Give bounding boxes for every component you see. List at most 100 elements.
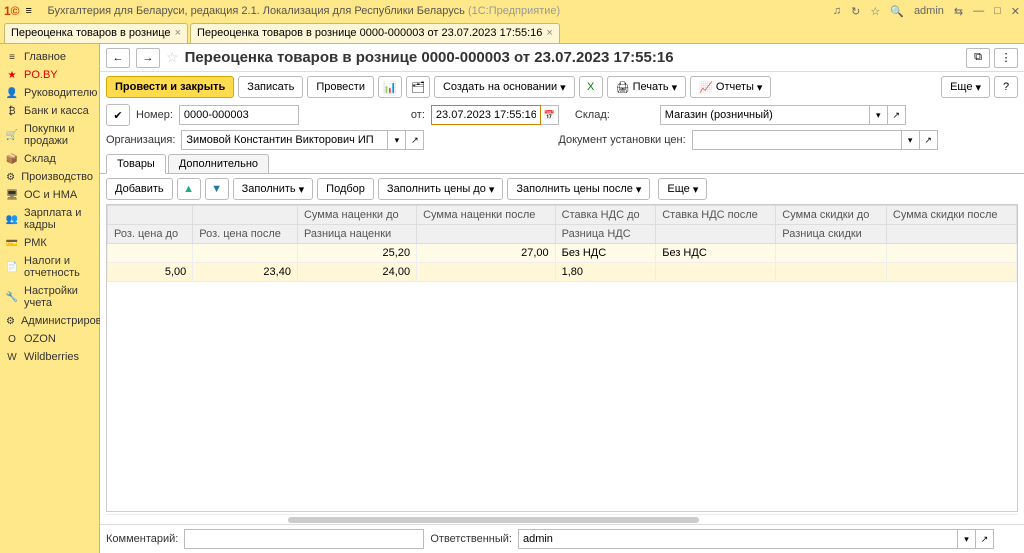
grid-header[interactable]: Роз. цена после (193, 225, 298, 244)
grid-cell[interactable] (776, 244, 887, 263)
grid-header[interactable]: Ставка НДС после (656, 206, 776, 225)
grid-cell[interactable]: 27,00 (417, 244, 556, 263)
sidebar-item-1[interactable]: ★PO.BY (0, 66, 99, 84)
grid-cell[interactable]: 25,20 (297, 244, 416, 263)
print-button[interactable]: 🖨 Печать ▾ (607, 76, 687, 98)
status-icon[interactable]: ✔ (106, 104, 130, 126)
tab-list[interactable]: Переоценка товаров в рознице× (4, 23, 188, 43)
grid-header[interactable] (886, 225, 1016, 244)
open-icon[interactable]: ↗ (920, 130, 938, 150)
open-icon[interactable]: ↗ (888, 105, 906, 125)
sidebar-item-12[interactable]: ⚙Администрирование (0, 312, 99, 330)
org-input[interactable] (181, 130, 388, 150)
close-icon[interactable]: ✕ (1011, 5, 1020, 18)
fill-button[interactable]: Заполнить ▾ (233, 178, 314, 200)
detach-icon[interactable]: ⧉ (966, 48, 990, 68)
sidebar-item-14[interactable]: WWildberries (0, 348, 99, 366)
grid-header[interactable]: Сумма скидки до (776, 206, 887, 225)
sidebar-item-0[interactable]: ≡Главное (0, 48, 99, 66)
sidebar-item-11[interactable]: 🔧Настройки учета (0, 282, 99, 312)
grid-header[interactable]: Разница НДС (555, 225, 656, 244)
sidebar-item-7[interactable]: 🖥ОС и НМА (0, 186, 99, 204)
grid-cell[interactable] (886, 263, 1016, 282)
move-down-icon[interactable]: ▼ (205, 178, 229, 200)
grid-cell[interactable] (108, 244, 193, 263)
grid-header[interactable]: Ставка НДС до (555, 206, 656, 225)
number-input[interactable] (179, 105, 299, 125)
horizontal-scrollbar[interactable] (106, 514, 1018, 524)
dropdown-icon[interactable]: ▾ (902, 130, 920, 150)
comment-input[interactable] (184, 529, 424, 549)
grid-cell[interactable]: 24,00 (297, 263, 416, 282)
write-button[interactable]: Записать (238, 76, 303, 98)
nav-forward-button[interactable]: → (136, 48, 160, 68)
grid-cell[interactable]: Без НДС (555, 244, 656, 263)
grid-header[interactable]: Сумма наценки до (297, 206, 416, 225)
more-button[interactable]: Еще ▾ (941, 76, 990, 98)
grid-cell[interactable] (193, 244, 298, 263)
post-and-close-button[interactable]: Провести и закрыть (106, 76, 234, 98)
tab-goods[interactable]: Товары (106, 154, 166, 174)
date-input[interactable] (431, 105, 541, 125)
warehouse-input[interactable] (660, 105, 870, 125)
bell-icon[interactable]: ♫ (833, 5, 841, 17)
grid-header[interactable]: Разница скидки (776, 225, 887, 244)
grid-header[interactable] (108, 206, 193, 225)
nav-back-button[interactable]: ← (106, 48, 130, 68)
close-icon[interactable]: × (546, 27, 552, 39)
sidebar-item-8[interactable]: 👥Зарплата и кадры (0, 204, 99, 234)
settings-icon[interactable]: ⇆ (954, 5, 963, 18)
grid-header[interactable]: Сумма скидки после (886, 206, 1016, 225)
excel-icon[interactable]: X (579, 76, 603, 98)
post-button[interactable]: Провести (307, 76, 374, 98)
sidebar-item-2[interactable]: 👤Руководителю (0, 84, 99, 102)
grid-cell[interactable]: 1,80 (555, 263, 656, 282)
grid-header[interactable] (417, 225, 556, 244)
minimize-icon[interactable]: — (973, 5, 984, 17)
sidebar-item-5[interactable]: 📦Склад (0, 150, 99, 168)
pricedoc-input[interactable] (692, 130, 902, 150)
sidebar-item-13[interactable]: OOZON (0, 330, 99, 348)
structure-icon[interactable]: 🗂 (406, 76, 430, 98)
reports-button[interactable]: 📈 Отчеты ▾ (690, 76, 771, 98)
open-icon[interactable]: ↗ (976, 529, 994, 549)
grid-cell[interactable]: 5,00 (108, 263, 193, 282)
history-icon[interactable]: ↻ (851, 5, 860, 18)
help-button[interactable]: ? (994, 76, 1018, 98)
responsible-input[interactable] (518, 529, 958, 549)
grid-header[interactable] (193, 206, 298, 225)
tab-extra[interactable]: Дополнительно (168, 154, 269, 173)
sidebar-item-3[interactable]: ₿Банк и касса (0, 102, 99, 120)
dropdown-icon[interactable]: ▾ (388, 130, 406, 150)
calendar-icon[interactable]: 📅 (541, 105, 559, 125)
sidebar-item-10[interactable]: 📄Налоги и отчетность (0, 252, 99, 282)
grid-cell[interactable]: Без НДС (656, 244, 776, 263)
sidebar-item-4[interactable]: 🛒Покупки и продажи (0, 120, 99, 150)
fill-prices-before-button[interactable]: Заполнить цены до ▾ (378, 178, 503, 200)
grid-cell[interactable]: 23,40 (193, 263, 298, 282)
open-icon[interactable]: ↗ (406, 130, 424, 150)
dropdown-icon[interactable]: ▾ (958, 529, 976, 549)
grid-header[interactable]: Разница наценки (297, 225, 416, 244)
create-based-button[interactable]: Создать на основании ▾ (434, 76, 575, 98)
search-icon[interactable]: 🔍 (890, 5, 904, 18)
grid-header[interactable] (656, 225, 776, 244)
star-icon[interactable]: ☆ (870, 5, 880, 18)
grid-cell[interactable] (417, 263, 556, 282)
favorite-icon[interactable]: ☆ (166, 49, 179, 66)
grid-header[interactable]: Сумма наценки после (417, 206, 556, 225)
dropdown-icon[interactable]: ▾ (870, 105, 888, 125)
pick-button[interactable]: Подбор (317, 178, 374, 200)
add-button[interactable]: Добавить (106, 178, 173, 200)
movements-icon[interactable]: 📊 (378, 76, 402, 98)
goods-grid[interactable]: Сумма наценки доСумма наценки послеСтавк… (106, 204, 1018, 512)
grid-more-button[interactable]: Еще ▾ (658, 178, 707, 200)
main-menu-icon[interactable]: ≡ (26, 5, 42, 17)
sidebar-item-6[interactable]: ⚙Производство (0, 168, 99, 186)
tab-document[interactable]: Переоценка товаров в рознице 0000-000003… (190, 23, 560, 43)
more-header-icon[interactable]: ⋮ (994, 48, 1018, 68)
sidebar-item-9[interactable]: 💳РМК (0, 234, 99, 252)
grid-cell[interactable] (776, 263, 887, 282)
grid-cell[interactable] (886, 244, 1016, 263)
move-up-icon[interactable]: ▲ (177, 178, 201, 200)
